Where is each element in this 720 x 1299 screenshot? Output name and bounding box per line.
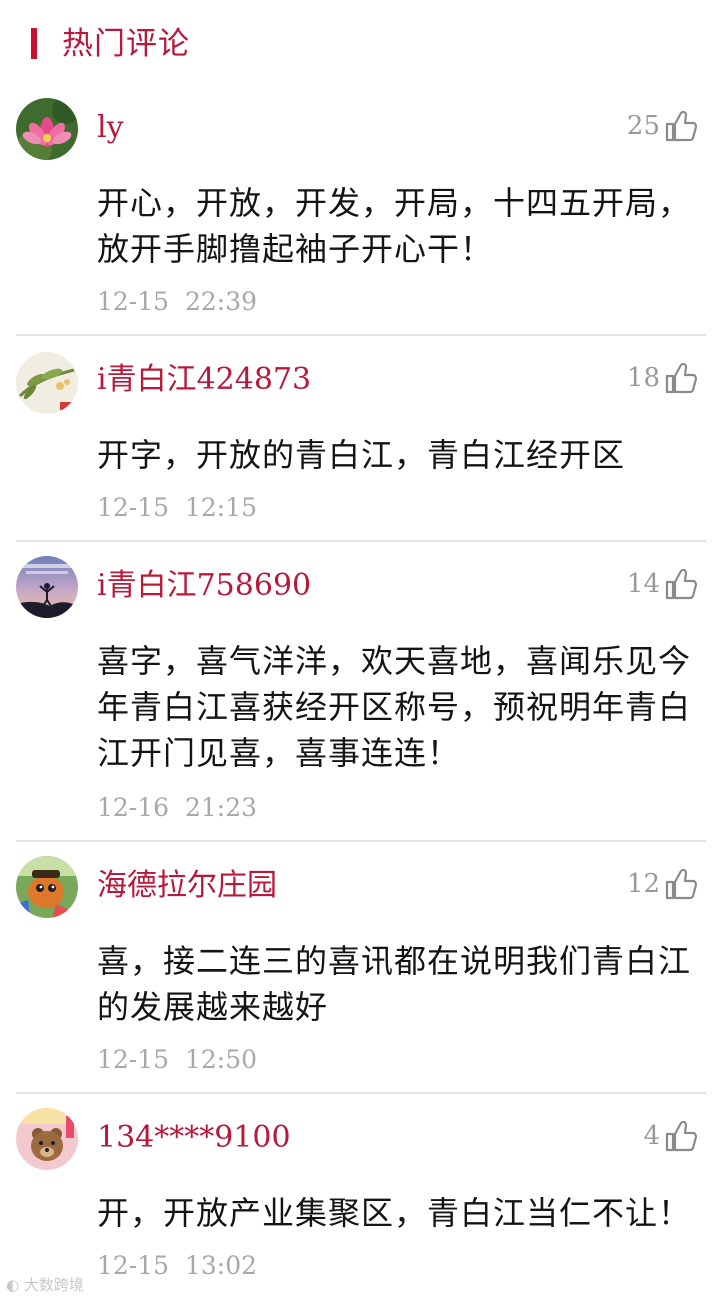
comment-time: 12-15 22:39: [97, 287, 258, 316]
like-button[interactable]: 4: [643, 1116, 698, 1156]
section-accent-bar: [31, 28, 37, 59]
avatar[interactable]: [16, 856, 78, 918]
like-count: 25: [626, 111, 660, 141]
like-button[interactable]: 18: [627, 358, 698, 398]
comment-time: 12-15 12:15: [97, 493, 258, 522]
avatar[interactable]: [16, 556, 78, 618]
comment-text: 喜，接二连三的喜讯都在说明我们青白江的发展越来越好: [97, 942, 692, 1026]
thumbs-up-icon: [664, 109, 698, 143]
comment-text: 开心，开放，开发，开局，十四五开局，放开手脚撸起袖子开心干！: [97, 184, 692, 268]
avatar[interactable]: [16, 1108, 78, 1170]
like-button[interactable]: 12: [627, 864, 698, 904]
username[interactable]: i青白江758690: [97, 566, 311, 606]
watermark-logo-icon: ◐: [6, 1276, 24, 1294]
thumbs-up-icon: [664, 567, 698, 601]
username[interactable]: i青白江424873: [97, 360, 311, 400]
thumbs-up-icon: [664, 867, 698, 901]
comment-item: i青白江758690 14 喜字，喜气洋洋，欢天喜地，喜闻乐见今年青白江喜获经开…: [0, 542, 720, 842]
section-title: 热门评论: [62, 26, 190, 62]
username[interactable]: 134****9100: [97, 1118, 291, 1158]
thumbs-up-icon: [664, 361, 698, 395]
thumbs-up-icon: [664, 1119, 698, 1153]
comment-time: 12-15 12:50: [97, 1045, 258, 1074]
comment-time: 12-15 13:02: [97, 1251, 258, 1280]
hot-comments-header: 热门评论: [0, 22, 720, 66]
comment-text: 开，开放产业集聚区，青白江当仁不让！: [97, 1194, 692, 1232]
like-count: 4: [643, 1121, 660, 1151]
like-count: 18: [626, 363, 660, 393]
watermark-text: 大数跨境: [23, 1276, 84, 1294]
comment-item: 海德拉尔庄园 12 喜，接二连三的喜讯都在说明我们青白江的发展越来越好 12-1…: [0, 842, 720, 1094]
comment-item: i青白江424873 18 开字，开放的青白江，青白江经开区 12-15 12:…: [0, 336, 720, 542]
comment-time: 12-16 21:23: [97, 793, 258, 822]
like-button[interactable]: 14: [627, 564, 698, 604]
watermark: ◐ 大数跨境: [6, 1276, 84, 1294]
comment-item: 134****9100 4 开，开放产业集聚区，青白江当仁不让！ 12-15 1…: [0, 1094, 720, 1299]
username[interactable]: 海德拉尔庄园: [97, 866, 277, 906]
comment-item: ly 25 开心，开放，开发，开局，十四五开局，放开手脚撸起袖子开心干！ 12-…: [0, 84, 720, 336]
like-count: 12: [626, 869, 660, 899]
comment-text: 喜字，喜气洋洋，欢天喜地，喜闻乐见今年青白江喜获经开区称号，预祝明年青白江开门见…: [97, 642, 692, 772]
avatar[interactable]: [16, 98, 78, 160]
comment-text: 开字，开放的青白江，青白江经开区: [97, 436, 626, 474]
like-button[interactable]: 25: [627, 106, 698, 146]
like-count: 14: [626, 569, 660, 599]
username[interactable]: ly: [97, 108, 124, 148]
avatar[interactable]: [16, 352, 78, 414]
